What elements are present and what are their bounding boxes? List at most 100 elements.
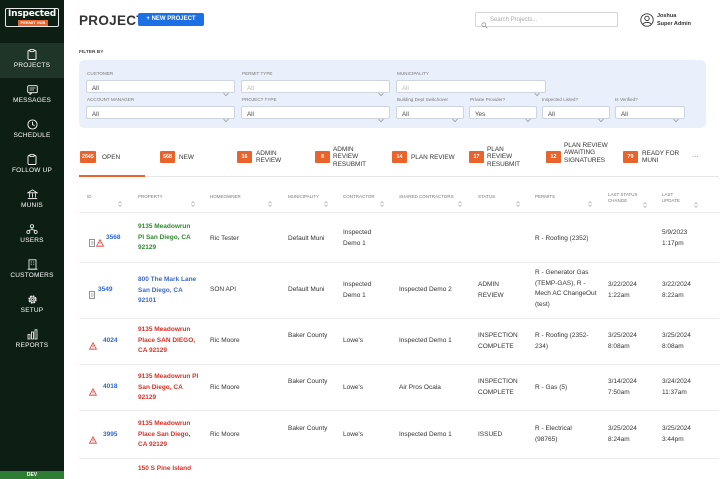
sidebar-item-follow-up[interactable]: FOLLOW UP	[0, 148, 64, 183]
column-header-last-status-change[interactable]: LAST STATUS CHANGE	[608, 190, 650, 208]
table-row[interactable]: 4018 9135 Meadowrun Pl San Diego, CA 921…	[79, 368, 719, 408]
property-link[interactable]: 9135 Meadowrun Place San Diego, CA 92129	[138, 419, 200, 451]
municipality-cell: Baker County	[288, 332, 328, 339]
select-value: Yes	[475, 110, 486, 118]
project-id-link[interactable]: 3995	[103, 431, 117, 438]
property-link[interactable]: 800 The Mark Lane San Diego, CA 92101	[138, 275, 198, 307]
search-input[interactable]: Search Projects...	[475, 12, 618, 29]
private-provider-filter-select[interactable]: Yes	[469, 106, 537, 123]
property-link[interactable]: 9135 Meadowrun Place SAN DIEGO, CA 92129	[138, 325, 200, 357]
contractor-cell: Inspected Demo 1	[343, 229, 372, 247]
project-id-link[interactable]: 4018	[103, 383, 117, 390]
sidebar-item-label: FOLLOW UP	[11, 167, 53, 174]
sort-icon	[588, 194, 592, 212]
tab-count-badge: 17	[469, 151, 484, 163]
table-row[interactable]: 3995 9135 Meadowrun Place San Diego, CA …	[79, 414, 719, 456]
project-id-link[interactable]: 4024	[103, 337, 117, 344]
sidebar-item-munis[interactable]: MUNIS	[0, 183, 64, 218]
municipality-cell: Default Muni	[288, 235, 325, 242]
sort-icon	[458, 194, 462, 212]
column-header-label: PROPERTY	[138, 194, 163, 199]
tabs-divider	[79, 176, 719, 177]
property-link[interactable]: 9135 Meadowrun Pl San Diego, CA 92129	[138, 372, 200, 404]
homeowner-cell: Ric Moore	[210, 431, 240, 438]
last-status-change-cell: 3/25/2024 8:08am	[608, 332, 637, 350]
last-status-change-cell: 3/14/2024 7:50am	[608, 378, 637, 396]
sort-icon	[694, 195, 698, 213]
column-header-last-update[interactable]: LAST UPDATE	[662, 190, 698, 208]
clock-icon	[0, 113, 64, 130]
column-header-id[interactable]: ID	[87, 192, 125, 207]
sort-icon	[324, 194, 328, 212]
table-row[interactable]: 3568 9135 Meadowrun Pl San Diego, CA 921…	[79, 218, 719, 261]
municipality-cell: Baker County	[288, 378, 328, 385]
sidebar-item-schedule[interactable]: SCHEDULE	[0, 113, 64, 148]
property-link[interactable]: 150 S Pine Island	[138, 464, 208, 475]
column-header-permits[interactable]: PERMITS	[535, 192, 595, 207]
chevron-down-icon	[378, 110, 384, 128]
sidebar-item-projects[interactable]: PROJECTS	[0, 43, 64, 78]
status-tabs: 2645 OPEN 568 NEW 16 ADMIN REVIEW 8 ADMI…	[79, 138, 719, 177]
municipality-filter-select[interactable]: All	[396, 80, 546, 97]
column-header-property[interactable]: PROPERTY	[138, 192, 198, 207]
tab-open[interactable]: 2645 OPEN	[79, 138, 149, 174]
inspected-listed-filter-select[interactable]: All	[542, 106, 610, 123]
sidebar-item-setup[interactable]: SETUP	[0, 288, 64, 323]
more-tabs-button[interactable]: ...	[692, 150, 699, 159]
property-link[interactable]: 9135 Meadowrun Pl San Diego, CA 92129	[138, 222, 198, 254]
search-icon	[481, 16, 488, 34]
column-header-contractor[interactable]: CONTRACTOR	[343, 192, 387, 207]
tab-admin-review[interactable]: 16 ADMIN REVIEW	[236, 138, 306, 174]
building-dept-switchover-filter-select[interactable]: All	[396, 106, 464, 123]
clipboard-icon	[0, 43, 64, 60]
column-header-municipality[interactable]: MUNICIPALITY	[288, 192, 332, 207]
new-project-button[interactable]: + NEW PROJECT	[138, 13, 204, 26]
tab-plan-review[interactable]: 14 PLAN REVIEW	[391, 138, 461, 174]
chevron-down-icon	[223, 84, 229, 102]
project-type-filter-select[interactable]: All	[241, 106, 390, 123]
column-header-label: STATUS	[478, 194, 496, 199]
is-verified-filter-select[interactable]: All	[615, 106, 685, 123]
message-icon	[0, 78, 64, 96]
tab-plan-review-awaiting-signatures[interactable]: 12 PLAN REVIEW AWAITING SIGNATURES	[545, 138, 615, 174]
user-menu[interactable]: Joshua Super Admin	[639, 11, 719, 31]
permits-cell: R - Roofing (2352-234)	[535, 332, 589, 350]
column-header-homeowner[interactable]: HOMEOWNER	[210, 192, 274, 207]
table-row[interactable]: 4024 9135 Meadowrun Place SAN DIEGO, CA …	[79, 322, 719, 362]
main-content: PROJECTS + NEW PROJECT Search Projects..…	[64, 0, 720, 479]
last-update-cell: 3/22/2024 8:22am	[662, 281, 691, 299]
tab-new[interactable]: 568 NEW	[159, 138, 229, 174]
column-header-shared-contractors[interactable]: SHARED CONTRACTORS	[399, 192, 467, 207]
customer-filter-select[interactable]: All	[86, 80, 235, 97]
account-manager-filter-select[interactable]: All	[86, 106, 235, 123]
tab-admin-review-resubmit[interactable]: 8 ADMIN REVIEW RESUBMIT	[314, 138, 384, 174]
sidebar-nav: PROJECTS MESSAGES SCHEDULE FOLLOW UP MUN…	[0, 43, 64, 358]
account-manager-filter-label: ACCOUNT MANAGER	[87, 97, 135, 102]
table-row[interactable]: 150 S Pine Island	[79, 462, 719, 479]
sidebar-item-customers[interactable]: CUSTOMERS	[0, 253, 64, 288]
project-id-link[interactable]: 3549	[98, 286, 112, 293]
column-header-label: LAST STATUS CHANGE	[608, 192, 638, 203]
select-value: All	[621, 110, 628, 118]
tab-plan-review-resubmit[interactable]: 17 PLAN REVIEW RESUBMIT	[468, 138, 538, 174]
chevron-down-icon	[378, 84, 384, 102]
permit-type-filter-select[interactable]: All	[241, 80, 390, 97]
warning-icon	[88, 383, 98, 401]
logo[interactable]: Inspected PERMIT HUB	[5, 8, 59, 27]
table-divider	[79, 410, 719, 411]
sidebar-item-reports[interactable]: REPORTS	[0, 323, 64, 358]
table-row[interactable]: 3549 800 The Mark Lane San Diego, CA 921…	[79, 266, 719, 316]
tab-ready-for-muni[interactable]: 79 READY FOR MUNI	[622, 138, 692, 174]
column-header-status[interactable]: STATUS	[478, 192, 523, 207]
users-icon	[0, 218, 64, 234]
contractor-cell: Lowe's	[343, 384, 364, 391]
project-id-link[interactable]: 3568	[106, 234, 120, 241]
bar-chart-icon	[0, 323, 64, 340]
permits-cell: R - Gas (5)	[535, 384, 568, 391]
column-header-label: SHARED CONTRACTORS	[399, 194, 454, 199]
shared-contractors-cell: Inspected Demo 1	[399, 337, 452, 344]
sidebar-item-users[interactable]: USERS	[0, 218, 64, 253]
sidebar-item-messages[interactable]: MESSAGES	[0, 78, 64, 113]
private-provider-filter-label: Private Provider?	[470, 97, 506, 102]
tab-count-badge: 568	[160, 151, 175, 163]
